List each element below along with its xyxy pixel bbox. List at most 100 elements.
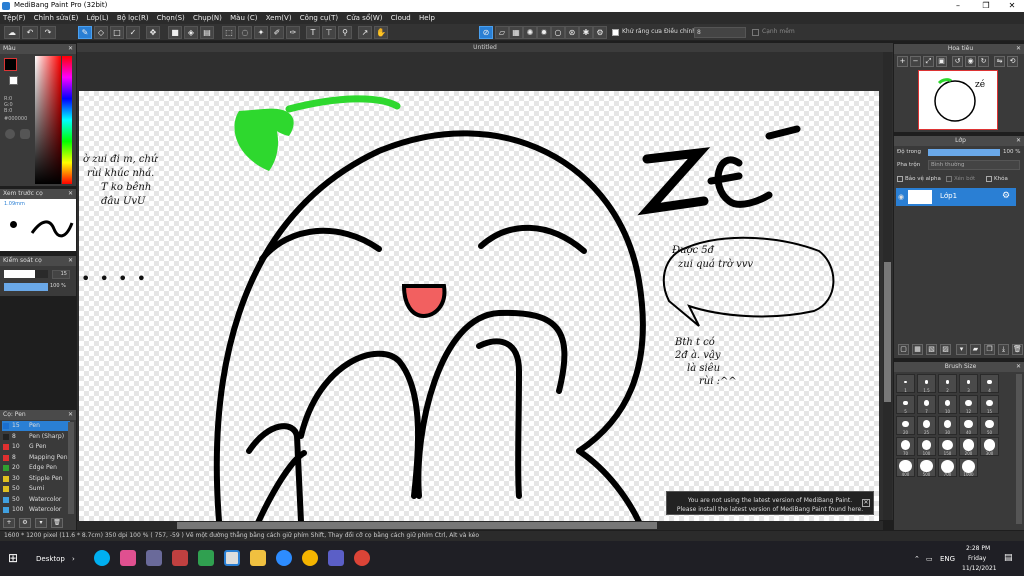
move-tool-icon[interactable]: ✥ (146, 26, 160, 39)
blend-select[interactable]: Bình thường (928, 160, 1020, 170)
menu-help[interactable]: Help (416, 12, 438, 24)
skype-icon[interactable] (94, 550, 110, 566)
menu-file[interactable]: Tệp(F) (0, 12, 29, 24)
text-tool-icon[interactable]: T (306, 26, 320, 39)
snap-parallel-icon[interactable]: ▱ (495, 26, 509, 39)
close-icon[interactable]: ✕ (1016, 44, 1021, 54)
delete-brush-icon[interactable]: 🗑 (51, 518, 63, 528)
brush-size-preset[interactable]: 400 (896, 458, 915, 477)
brush-size-slider[interactable] (4, 270, 48, 278)
brush-size-preset[interactable]: 15 (980, 395, 999, 414)
menu-snap[interactable]: Chụp(N) (190, 12, 225, 24)
new-8bit-layer-icon[interactable]: ▧ (926, 344, 937, 355)
brush-size-preset[interactable]: 5 (896, 395, 915, 414)
close-icon[interactable]: ✕ (68, 256, 73, 266)
redo-icon[interactable]: ↷ (40, 26, 56, 39)
secondary-color-swatch[interactable] (9, 76, 18, 85)
brush-list-item[interactable]: 8 Mapping Pen (2, 453, 70, 463)
protect-alpha-checkbox[interactable] (897, 176, 903, 182)
menu-window[interactable]: Cửa sổ(W) (343, 12, 385, 24)
layer-settings-icon[interactable]: ⚙ (1002, 191, 1010, 201)
brush-list-item[interactable]: 10 G Pen (2, 442, 70, 452)
pen-tool-icon[interactable]: ✎ (78, 26, 92, 39)
brush-size-preset[interactable]: 12 (959, 395, 978, 414)
brush-size-preset[interactable]: 150 (938, 437, 957, 456)
close-icon[interactable]: ✕ (68, 410, 73, 420)
brush-settings-icon[interactable]: ⚙ (19, 518, 31, 528)
brush-list-item[interactable]: 15 Pen (2, 421, 70, 431)
snap-vanish-icon[interactable]: ✱ (579, 26, 593, 39)
clipping-checkbox[interactable] (946, 176, 952, 182)
hue-slider[interactable] (62, 56, 72, 184)
app-icon[interactable] (120, 550, 136, 566)
reset-view-icon[interactable]: ⟲ (1007, 56, 1018, 67)
gradient-icon[interactable]: ▤ (200, 26, 214, 39)
notification-icon[interactable]: ▤ (1004, 553, 1013, 563)
close-icon[interactable]: ✕ (1016, 362, 1021, 372)
horizontal-scroll-thumb[interactable] (177, 522, 657, 529)
operation-icon[interactable]: ↗ (358, 26, 372, 39)
brush-size-preset[interactable]: 30 (938, 416, 957, 435)
new-1bit-layer-icon[interactable]: ▨ (940, 344, 951, 355)
menu-tools[interactable]: Công cụ(T) (297, 12, 341, 24)
brush-size-preset[interactable]: 4 (980, 374, 999, 393)
snap-off-icon[interactable]: ⊘ (479, 26, 493, 39)
delete-layer-icon[interactable]: 🗑 (1012, 344, 1023, 355)
wifi-app-icon[interactable] (172, 550, 188, 566)
zoom-icon[interactable] (276, 550, 292, 566)
snap-curve-icon[interactable]: ⊛ (565, 26, 579, 39)
brush-size-preset[interactable]: 1.5 (917, 374, 936, 393)
windows-start-icon[interactable]: ⊞ (8, 551, 18, 565)
brush-size-preset[interactable]: 25 (917, 416, 936, 435)
vertical-scroll-thumb[interactable] (884, 262, 891, 402)
saturation-value-picker[interactable] (35, 56, 61, 184)
brush-size-preset[interactable]: 40 (959, 416, 978, 435)
divide-tool-icon[interactable]: ⊤ (322, 26, 336, 39)
magic-wand-icon[interactable]: ✦ (254, 26, 268, 39)
eyedropper-icon[interactable]: ⚲ (338, 26, 352, 39)
vertical-scrollbar[interactable] (883, 52, 892, 520)
app-icon[interactable] (146, 550, 162, 566)
lock-checkbox[interactable] (986, 176, 992, 182)
rect-tool-icon[interactable]: □ (110, 26, 124, 39)
brush-size-preset[interactable]: 10 (938, 395, 957, 414)
check-tool-icon[interactable]: ✓ (126, 26, 140, 39)
medibang-icon[interactable] (224, 550, 240, 566)
close-icon[interactable]: ✕ (998, 0, 1024, 12)
teams-icon[interactable] (328, 550, 344, 566)
snap-circle-icon[interactable]: ○ (551, 26, 565, 39)
language-indicator[interactable]: ENG (940, 555, 955, 563)
zoom-in-icon[interactable]: + (897, 56, 908, 67)
layer-folder-icon[interactable]: ▰ (970, 344, 981, 355)
brush-size-preset[interactable]: 100 (917, 437, 936, 456)
layer-row[interactable]: ◉ Lớp1 ⚙ (896, 188, 1016, 206)
fill-rect-icon[interactable]: ■ (168, 26, 182, 39)
new-layer-icon[interactable]: ▢ (898, 344, 909, 355)
excel-icon[interactable] (198, 550, 214, 566)
cloud-icon[interactable]: ☁ (4, 26, 20, 39)
network-icon[interactable]: ▭ (926, 555, 933, 563)
eyedropper-small-icon[interactable] (20, 129, 30, 139)
snap-grid-icon[interactable]: ▦ (509, 26, 523, 39)
menu-filter[interactable]: Bộ lọc(R) (114, 12, 152, 24)
menu-color[interactable]: Màu (C) (227, 12, 260, 24)
chevron-up-icon[interactable]: ⌃ (914, 555, 920, 563)
brush-list-item[interactable]: 50 Watercolor (2, 495, 70, 505)
brush-size-preset[interactable]: 1000 (959, 458, 978, 477)
close-icon[interactable]: ✕ (862, 499, 870, 507)
file-explorer-icon[interactable] (250, 550, 266, 566)
brush-list-scrollbar[interactable] (68, 422, 74, 514)
palette-icon[interactable] (5, 129, 15, 139)
maximize-icon[interactable]: ❐ (972, 0, 1000, 12)
brush-list-item[interactable]: 20 Edge Pen (2, 463, 70, 473)
select-pen-icon[interactable]: ✐ (270, 26, 284, 39)
brush-size-preset[interactable]: 20 (896, 416, 915, 435)
brush-list-item[interactable]: 30 Stipple Pen (2, 474, 70, 484)
update-notice[interactable]: You are not using the latest version of … (666, 491, 874, 515)
brush-size-preset[interactable]: 7 (917, 395, 936, 414)
clock-time[interactable]: 2:28 PM (966, 545, 990, 552)
menu-cloud[interactable]: Cloud (388, 12, 414, 24)
bucket-icon[interactable]: ◈ (184, 26, 198, 39)
brush-size-preset[interactable]: 70 (896, 437, 915, 456)
brush-list-item[interactable]: 50 Sumi (2, 484, 70, 494)
